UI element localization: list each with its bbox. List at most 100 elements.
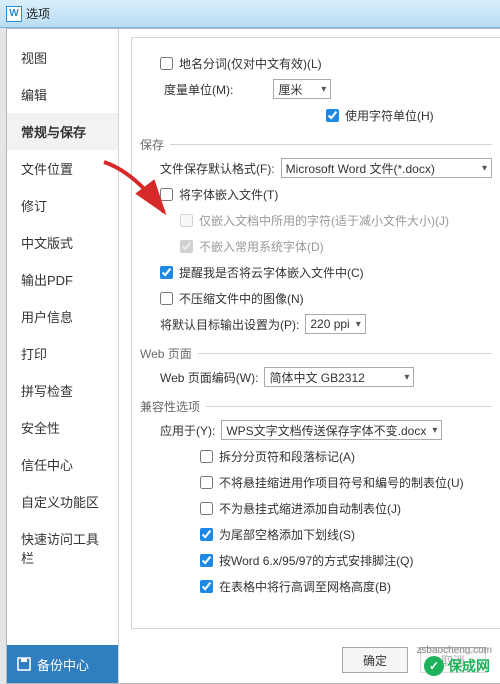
select-apply-to[interactable]: WPS文字文档传送保存字体不变.docx ▾ — [221, 420, 442, 440]
divider — [170, 144, 492, 145]
checkbox-embed-fonts[interactable] — [160, 188, 173, 201]
select-measure-unit[interactable]: 厘米 ▾ — [273, 79, 331, 99]
chevron-down-icon: ▾ — [321, 84, 326, 95]
watermark-text: 保成网 — [448, 656, 490, 676]
row-default-target-output: 将默认目标输出设置为(P): 220 ppi ▾ — [140, 313, 492, 335]
label-default-target-output: 将默认目标输出设置为(P): — [160, 316, 299, 333]
compat-row: 按Word 6.x/95/97的方式安排脚注(Q) — [140, 549, 492, 571]
measure-unit-value: 厘米 — [278, 81, 302, 98]
row-no-compress-images: 不压缩文件中的图像(N) — [140, 287, 492, 309]
label-embed-only-used: 仅嵌入文档中所用的字符(适于减小文件大小)(J) — [199, 212, 449, 229]
label-save-default: 文件保存默认格式(F): — [160, 160, 275, 177]
ok-button[interactable]: 确定 — [342, 647, 408, 673]
section-compat: 兼容性选项 — [140, 398, 492, 415]
checkbox-embed-only-used — [180, 214, 193, 227]
label-no-compress-images: 不压缩文件中的图像(N) — [179, 290, 304, 307]
compat-checkbox[interactable] — [200, 502, 213, 515]
compat-label: 拆分分页符和段落标记(A) — [219, 448, 355, 465]
compat-checkbox[interactable] — [200, 476, 213, 489]
compat-label: 在表格中将行高调至网格高度(B) — [219, 578, 391, 595]
chevron-down-icon: ▾ — [432, 425, 437, 436]
compat-row: 拆分分页符和段落标记(A) — [140, 445, 492, 467]
window-title: 选项 — [26, 5, 50, 22]
checkbox-remind-cloud-fonts[interactable] — [160, 266, 173, 279]
compat-checkbox[interactable] — [200, 528, 213, 541]
compat-label: 不将悬挂缩进用作项目符号和编号的制表位(U) — [219, 474, 464, 491]
sidebar-item-security[interactable]: 安全性 — [7, 409, 118, 446]
floppy-icon — [17, 657, 31, 671]
row-no-common-fonts: 不嵌入常用系统字体(D) — [140, 235, 492, 257]
compat-row: 不为悬挂式缩进添加自动制表位(J) — [140, 497, 492, 519]
compat-label: 为尾部空格添加下划线(S) — [219, 526, 355, 543]
row-save-default: 文件保存默认格式(F): Microsoft Word 文件(*.docx) ▾ — [140, 157, 492, 179]
chevron-down-icon: ▾ — [482, 163, 487, 174]
label-measure-unit: 度量单位(M): — [164, 81, 233, 98]
label-remind-cloud-fonts: 提醒我是否将云字体嵌入文件中(C) — [179, 264, 364, 281]
label-embed-fonts: 将字体嵌入文件(T) — [179, 186, 278, 203]
save-default-value: Microsoft Word 文件(*.docx) — [286, 160, 435, 177]
row-measure-unit: 度量单位(M): 厘米 ▾ — [140, 78, 492, 100]
compat-label: 不为悬挂式缩进添加自动制表位(J) — [219, 500, 401, 517]
sidebar-item-trust-center[interactable]: 信任中心 — [7, 446, 118, 483]
label-no-common-fonts: 不嵌入常用系统字体(D) — [199, 238, 324, 255]
backup-center-button[interactable]: 备份中心 — [7, 645, 118, 683]
select-save-default[interactable]: Microsoft Word 文件(*.docx) ▾ — [281, 158, 492, 178]
content-area: 地名分词(仅对中文有效)(L) 度量单位(M): 厘米 ▾ 使用字符单位(H) … — [119, 29, 500, 683]
sidebar: 视图 编辑 常规与保存 文件位置 修订 中文版式 输出PDF 用户信息 打印 拼… — [7, 29, 119, 683]
row-apply-to: 应用于(Y): WPS文字文档传送保存字体不变.docx ▾ — [140, 419, 492, 441]
default-target-output-value: 220 ppi — [310, 317, 349, 331]
sidebar-item-user-info[interactable]: 用户信息 — [7, 298, 118, 335]
section-compat-label: 兼容性选项 — [140, 398, 200, 415]
compat-list: 拆分分页符和段落标记(A) 不将悬挂缩进用作项目符号和编号的制表位(U) 不为悬挂式… — [140, 445, 492, 597]
compat-checkbox[interactable] — [200, 554, 213, 567]
backup-center-label: 备份中心 — [37, 655, 89, 674]
row-embed-fonts: 将字体嵌入文件(T) — [140, 183, 492, 205]
sidebar-item-chinese-layout[interactable]: 中文版式 — [7, 224, 118, 261]
section-web: Web 页面 — [140, 345, 492, 362]
select-web-encoding[interactable]: 简体中文 GB2312 ▾ — [264, 367, 414, 387]
section-web-label: Web 页面 — [140, 345, 192, 362]
label-use-char-unit: 使用字符单位(H) — [345, 107, 434, 124]
sidebar-item-output-pdf[interactable]: 输出PDF — [7, 261, 118, 298]
sidebar-item-print[interactable]: 打印 — [7, 335, 118, 372]
chevron-down-icon: ▾ — [404, 372, 409, 383]
compat-row: 为尾部空格添加下划线(S) — [140, 523, 492, 545]
sidebar-item-general-save[interactable]: 常规与保存 — [7, 113, 118, 150]
compat-checkbox[interactable] — [200, 580, 213, 593]
checkbox-no-compress-images[interactable] — [160, 292, 173, 305]
row-embed-only-used: 仅嵌入文档中所用的字符(适于减小文件大小)(J) — [140, 209, 492, 231]
divider — [206, 406, 492, 407]
sidebar-item-spellcheck[interactable]: 拼写检查 — [7, 372, 118, 409]
section-save-label: 保存 — [140, 136, 164, 153]
titlebar: W 选项 — [0, 0, 500, 28]
row-remind-cloud-fonts: 提醒我是否将云字体嵌入文件中(C) — [140, 261, 492, 283]
section-save: 保存 — [140, 136, 492, 153]
checkbox-place-name-fenci[interactable] — [160, 57, 173, 70]
row-web-encoding: Web 页面编码(W): 简体中文 GB2312 ▾ — [140, 366, 492, 388]
settings-panel: 地名分词(仅对中文有效)(L) 度量单位(M): 厘米 ▾ 使用字符单位(H) … — [131, 37, 500, 629]
checkbox-use-char-unit[interactable] — [326, 109, 339, 122]
row-use-char-unit: 使用字符单位(H) — [140, 104, 492, 126]
sidebar-item-customize-ribbon[interactable]: 自定义功能区 — [7, 483, 118, 520]
checkbox-no-common-fonts — [180, 240, 193, 253]
watermark: ✓ 保成网 — [420, 654, 494, 678]
sidebar-item-file-locations[interactable]: 文件位置 — [7, 150, 118, 187]
dialog-body: 视图 编辑 常规与保存 文件位置 修订 中文版式 输出PDF 用户信息 打印 拼… — [6, 28, 500, 684]
label-web-encoding: Web 页面编码(W): — [160, 369, 258, 386]
select-default-target-output[interactable]: 220 ppi ▾ — [305, 314, 365, 334]
compat-checkbox[interactable] — [200, 450, 213, 463]
compat-label: 按Word 6.x/95/97的方式安排脚注(Q) — [219, 552, 414, 569]
sidebar-item-track[interactable]: 修订 — [7, 187, 118, 224]
divider — [198, 353, 492, 354]
label-apply-to: 应用于(Y): — [160, 422, 215, 439]
app-icon: W — [6, 6, 22, 22]
sidebar-item-quick-access[interactable]: 快速访问工具栏 — [7, 520, 118, 576]
sidebar-item-view[interactable]: 视图 — [7, 39, 118, 76]
web-encoding-value: 简体中文 GB2312 — [269, 369, 364, 386]
shield-check-icon: ✓ — [424, 656, 444, 676]
sidebar-item-edit[interactable]: 编辑 — [7, 76, 118, 113]
label-place-name-fenci: 地名分词(仅对中文有效)(L) — [179, 55, 322, 72]
opt-place-name-fenci: 地名分词(仅对中文有效)(L) — [140, 52, 492, 74]
compat-row: 在表格中将行高调至网格高度(B) — [140, 575, 492, 597]
chevron-down-icon: ▾ — [356, 319, 361, 330]
